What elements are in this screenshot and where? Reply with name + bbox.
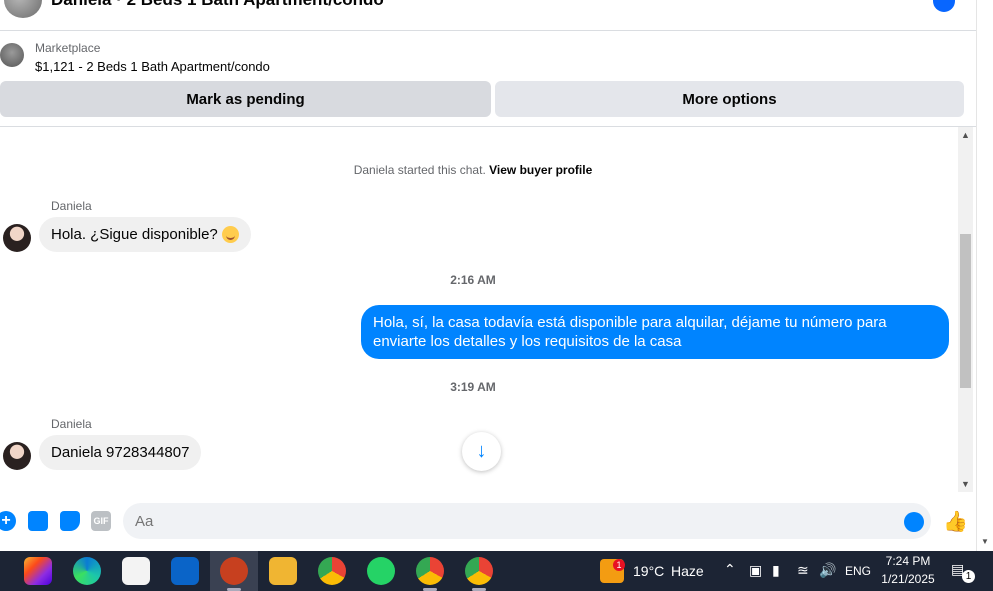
arrow-down-icon: ↓ [476,440,487,462]
listing-bar[interactable]: Marketplace $1,121 - 2 Beds 1 Bath Apart… [0,31,976,79]
more-options-button[interactable]: More options [495,81,964,117]
chevron-up-icon[interactable]: ⌃ [724,561,736,578]
chrome-profile-icon[interactable] [416,557,444,585]
view-buyer-profile-link[interactable]: View buyer profile [489,163,592,177]
info-icon[interactable] [933,0,955,12]
sender-avatar[interactable] [3,224,31,252]
incoming-message[interactable]: Hola. ¿Sigue disponible? [39,217,251,252]
scroll-to-bottom-button[interactable]: ↓ [462,432,501,471]
meet-now-icon[interactable]: ▣ [749,562,762,579]
incoming-message[interactable]: Daniela 9728344807 [39,435,202,470]
whatsapp-icon[interactable] [367,557,395,585]
message-text: Hola. ¿Sigue disponible? [51,226,218,243]
clock-date[interactable]: 1/21/2025 [873,572,943,586]
marketplace-label: Marketplace [35,41,101,55]
message-timestamp: 3:19 AM [450,380,496,394]
battery-icon[interactable]: ▮ [772,562,780,579]
emoji-icon[interactable] [904,512,924,532]
outlook-icon[interactable] [171,557,199,585]
wifi-icon[interactable]: ≊ [797,562,809,579]
scroll-up-arrow-icon[interactable]: ▲ [961,130,970,140]
conversation-title[interactable]: Daniela · 2 Beds 1 Bath Apartment/condo [51,0,384,10]
weather-description[interactable]: Haze [671,563,704,579]
message-list[interactable]: Daniela started this chat. View buyer pr… [0,127,958,492]
photo-gallery-icon[interactable] [28,511,48,531]
scrollbar-thumb[interactable] [960,234,971,388]
sender-avatar[interactable] [3,442,31,470]
file-explorer-icon[interactable] [269,557,297,585]
conversation-header: Daniela · 2 Beds 1 Bath Apartment/condo [0,0,976,31]
notification-count: 1 [962,570,975,583]
outgoing-message[interactable]: Hola, sí, la casa todavía está disponibl… [361,305,949,359]
message-timestamp: 2:16 AM [450,273,496,287]
microsoft-store-icon[interactable] [122,557,150,585]
language-indicator[interactable]: ENG [845,564,871,578]
message-text: Daniela 9728344807 [51,444,190,461]
page-scroll-down-icon[interactable]: ▼ [981,537,989,546]
thumbs-up-icon[interactable]: 👍 [943,509,968,533]
edge-browser-icon[interactable] [73,557,101,585]
weather-badge: 1 [613,559,625,571]
chat-start-notice: Daniela started this chat. View buyer pr… [0,163,946,177]
sender-name: Daniela [51,417,92,431]
windows-taskbar: 1 19°C Haze ⌃ ▣ ▮ ≊ 🔊 ENG 7:24 PM 1/21/2… [0,551,993,591]
volume-icon[interactable]: 🔊 [819,562,836,579]
chrome-profile-icon[interactable] [465,557,493,585]
clock-time[interactable]: 7:24 PM [873,554,943,568]
scroll-down-arrow-icon[interactable]: ▼ [961,479,970,489]
plus-icon[interactable]: + [0,511,16,531]
message-composer: + GIF 👍 [0,496,976,546]
sticker-icon[interactable] [60,511,80,531]
copilot-icon[interactable] [24,557,52,585]
chrome-icon[interactable] [318,557,346,585]
listing-thumbnail[interactable] [0,43,24,67]
message-input[interactable] [123,503,931,539]
smile-emoji-icon [221,226,239,243]
chat-start-text: Daniela started this chat. [353,163,486,177]
weather-temperature[interactable]: 19°C [633,563,664,579]
snipping-tool-icon[interactable] [220,557,248,585]
chat-scrollbar[interactable]: ▲ ▼ [958,127,973,492]
listing-price[interactable]: $1,121 - 2 Beds 1 Bath Apartment/condo [35,59,270,74]
gif-icon[interactable]: GIF [91,511,111,531]
page-scrollbar[interactable] [976,0,993,551]
mark-as-pending-button[interactable]: Mark as pending [0,81,491,117]
sender-name: Daniela [51,199,92,213]
contact-avatar[interactable] [4,0,42,18]
